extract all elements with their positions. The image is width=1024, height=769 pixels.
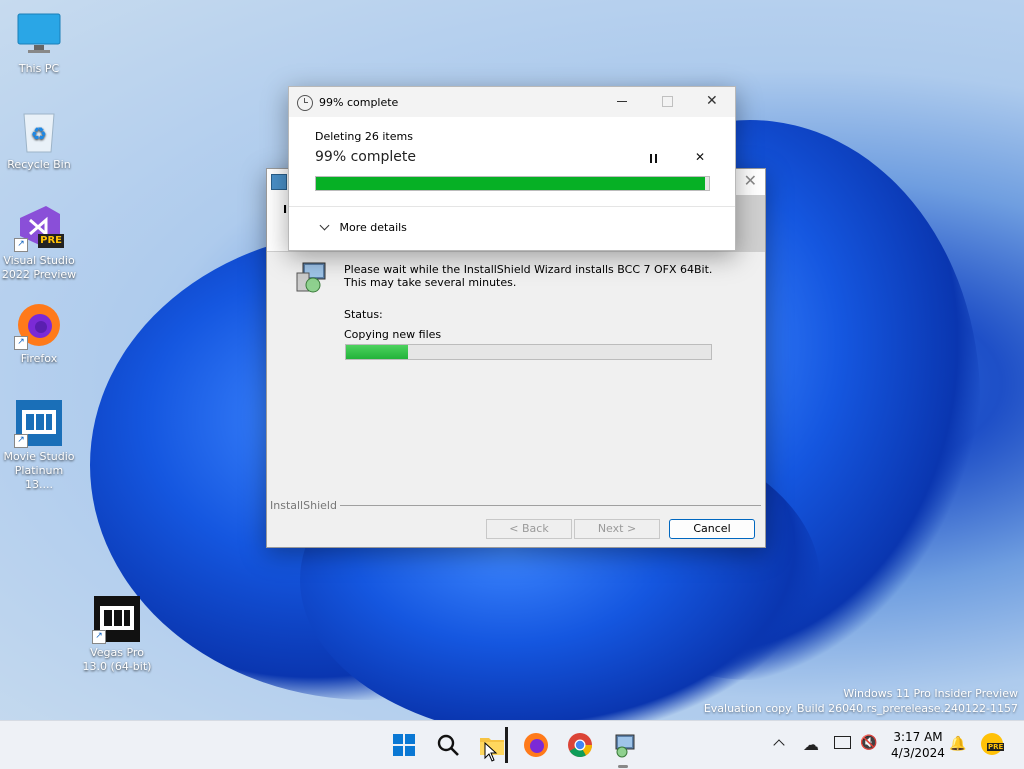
- delete-subtitle: Deleting 26 items: [315, 130, 413, 143]
- desktop-icon-label: This PC: [18, 62, 60, 75]
- delete-progress-fill: [316, 177, 706, 190]
- stop-icon[interactable]: ✕: [695, 150, 705, 164]
- watermark-line2: Evaluation copy. Build 26040.rs_prerelea…: [703, 702, 1018, 715]
- clock-time: 3:17 AM: [893, 730, 943, 744]
- start-windows-icon[interactable]: [390, 731, 418, 759]
- speaker-muted-icon[interactable]: 🔇: [860, 735, 877, 751]
- installer-header-text: I: [283, 203, 288, 216]
- back-button[interactable]: < Back: [486, 519, 572, 539]
- shortcut-arrow-icon: ↗: [14, 238, 28, 252]
- more-details-label: More details: [339, 221, 407, 234]
- windows-watermark: Windows 11 Pro Insider Preview Evaluatio…: [704, 686, 1018, 716]
- pre-badge: PRE: [987, 743, 1005, 751]
- desktop-icon-label: Vegas Pro 13.0 (64-bit): [82, 646, 152, 673]
- desktop-icon-firefox[interactable]: ↗ Firefox: [0, 302, 78, 366]
- installer-task-icon[interactable]: [610, 731, 638, 759]
- firefox-icon: ↗: [14, 302, 62, 350]
- chrome-icon[interactable]: [566, 731, 594, 759]
- installer-status-value: Copying new files: [344, 328, 442, 341]
- taskbar: ☁ 🔇 3:17 AM 4/3/2024 🔔 PRE: [0, 720, 1024, 769]
- installer-computer-icon: [295, 261, 329, 295]
- clock-icon: [297, 95, 313, 111]
- close-icon[interactable]: ✕: [706, 93, 718, 109]
- delete-progress-bar: [315, 176, 710, 191]
- cancel-button[interactable]: Cancel: [669, 519, 755, 539]
- insider-pre-icon[interactable]: PRE: [981, 733, 1005, 755]
- maximize-icon[interactable]: [662, 96, 673, 107]
- shortcut-arrow-icon: ↗: [92, 630, 106, 644]
- next-button[interactable]: Next >: [574, 519, 660, 539]
- delete-progress-dialog: 99% complete ✕ Deleting 26 items 99% com…: [288, 86, 736, 251]
- minimize-icon[interactable]: [617, 101, 627, 102]
- desktop-icon-this-pc[interactable]: This PC: [0, 12, 78, 76]
- installer-separator: [331, 505, 761, 506]
- desktop-icon-visual-studio[interactable]: PRE ↗ Visual Studio 2022 Preview: [0, 204, 78, 282]
- delete-title: 99% complete: [319, 96, 399, 109]
- recycle-bin-icon: ♻: [16, 108, 62, 154]
- desktop-icon-label: Movie Studio Platinum 13....: [3, 450, 75, 491]
- shortcut-arrow-icon: ↗: [14, 434, 28, 448]
- installshield-brand: InstallShield: [270, 499, 340, 512]
- chevron-down-icon: [319, 220, 330, 231]
- close-icon[interactable]: ✕: [744, 171, 757, 190]
- notification-bell-icon[interactable]: 🔔: [949, 736, 966, 752]
- desktop-icon-vegas-pro[interactable]: ↗ Vegas Pro 13.0 (64-bit): [78, 596, 156, 674]
- delete-titlebar: 99% complete ✕: [289, 87, 735, 117]
- film-strip-icon: ↗: [14, 400, 62, 448]
- desktop-icon-label: Firefox: [20, 352, 58, 365]
- pre-badge: PRE: [38, 234, 64, 248]
- film-strip-icon: ↗: [92, 596, 140, 644]
- installer-progress-bar: [345, 344, 712, 360]
- pause-icon[interactable]: [650, 154, 658, 163]
- taskbar-clock[interactable]: 3:17 AM 4/3/2024: [888, 729, 948, 761]
- more-details-toggle[interactable]: More details: [317, 220, 407, 237]
- desktop-icon-label: Recycle Bin: [7, 158, 71, 171]
- chevron-up-icon[interactable]: [773, 739, 785, 751]
- display-icon[interactable]: [834, 736, 851, 749]
- installer-app-icon: [271, 174, 287, 190]
- monitor-icon: [16, 12, 62, 58]
- desktop-icon-label: Visual Studio 2022 Preview: [1, 254, 77, 281]
- search-icon[interactable]: [434, 731, 462, 759]
- cloud-offline-icon[interactable]: ☁: [803, 735, 819, 754]
- watermark-line1: Windows 11 Pro Insider Preview: [843, 687, 1018, 700]
- firefox-icon[interactable]: [522, 731, 550, 759]
- svg-text:♻: ♻: [31, 124, 47, 145]
- mouse-cursor-icon: [484, 741, 498, 765]
- desktop-icon-movie-studio[interactable]: ↗ Movie Studio Platinum 13....: [0, 400, 78, 492]
- installer-progress-fill: [346, 345, 409, 359]
- installer-body-text: Please wait while the InstallShield Wiza…: [344, 263, 713, 289]
- visual-studio-icon: PRE ↗: [14, 204, 64, 252]
- shortcut-arrow-icon: ↗: [14, 336, 28, 350]
- delete-separator: [289, 206, 735, 207]
- clock-date: 4/3/2024: [891, 746, 945, 760]
- delete-headline: 99% complete: [315, 149, 416, 165]
- desktop-icon-recycle-bin[interactable]: ♻ Recycle Bin: [0, 108, 78, 172]
- explorer-active-indicator: [505, 727, 508, 763]
- installer-status-label: Status:: [344, 308, 383, 321]
